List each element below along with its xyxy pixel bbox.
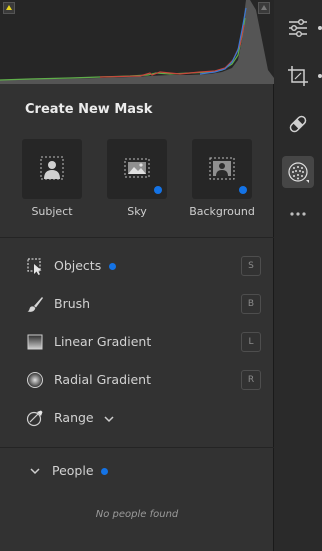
highlight-clipping-toggle[interactable] [258, 2, 270, 14]
subject-label: Subject [31, 205, 73, 218]
sky-label: Sky [127, 205, 147, 218]
divider [0, 237, 274, 238]
background-label: Background [189, 205, 255, 218]
tool-objects[interactable]: Objects S [0, 251, 274, 281]
masking-icon[interactable] [286, 160, 310, 184]
linear-gradient-label: Linear Gradient [54, 334, 152, 349]
crop-icon[interactable] [286, 64, 310, 88]
histogram [0, 0, 274, 84]
people-section-toggle[interactable]: People [0, 460, 274, 482]
new-indicator-dot [154, 186, 162, 194]
sky-tile[interactable] [107, 139, 167, 199]
healing-bandage-icon[interactable] [286, 112, 310, 136]
radial-gradient-icon [27, 372, 43, 388]
more-icon[interactable] [286, 202, 310, 226]
brush-icon [27, 297, 43, 312]
shortcut-key-badge: R [241, 370, 261, 390]
empty-people-message: No people found [95, 509, 179, 520]
histogram-graph [0, 0, 274, 84]
panel-title: Create New Mask [25, 102, 153, 117]
range-picker-icon [26, 410, 43, 427]
chevron-down-icon [30, 468, 40, 475]
new-indicator-dot [109, 263, 117, 270]
tool-range-dropdown[interactable]: Range [0, 403, 274, 433]
shadow-clipping-toggle[interactable] [3, 2, 15, 14]
tool-brush[interactable]: Brush B [0, 289, 274, 319]
shortcut-key-badge: L [241, 332, 261, 352]
brush-label: Brush [54, 296, 91, 311]
radial-gradient-label: Radial Gradient [54, 372, 151, 387]
shortcut-key-badge: S [241, 256, 261, 276]
person-silhouette-icon [40, 156, 64, 180]
chevron-down-icon [104, 415, 114, 422]
edit-sliders-icon[interactable] [286, 16, 310, 40]
linear-gradient-icon [27, 334, 43, 350]
divider [0, 447, 274, 448]
new-indicator-dot [239, 186, 247, 194]
tool-linear-gradient[interactable]: Linear Gradient L [0, 327, 274, 357]
subject-tile[interactable] [22, 139, 82, 199]
objects-select-icon [27, 258, 42, 275]
shortcut-key-badge: B [241, 294, 261, 314]
objects-label: Objects [54, 258, 117, 273]
rail-indicator-dot [318, 26, 322, 30]
people-label: People [52, 463, 109, 478]
range-label: Range [54, 410, 114, 425]
tool-radial-gradient[interactable]: Radial Gradient R [0, 365, 274, 395]
new-indicator-dot [101, 468, 109, 475]
rail-indicator-dot [318, 74, 322, 78]
background-tile[interactable] [192, 139, 252, 199]
masking-panel: Create New Mask Subject Sky Background O… [0, 0, 274, 551]
